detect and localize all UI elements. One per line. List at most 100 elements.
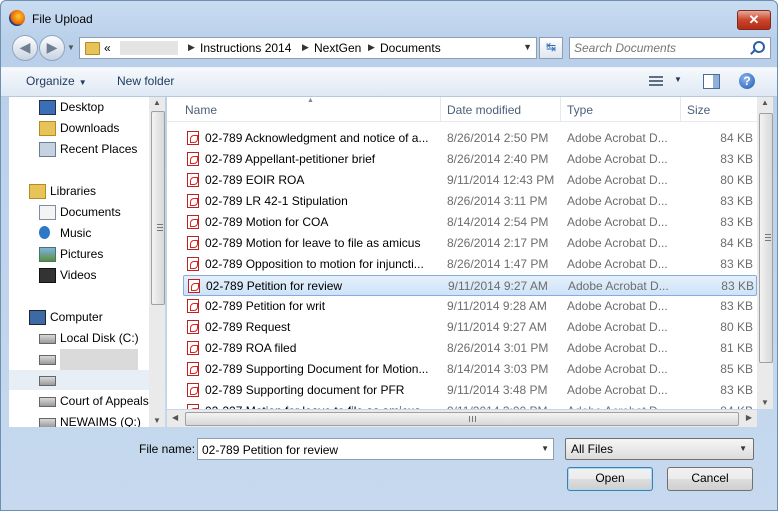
navigation-pane-scrollbar[interactable]: ▲ ▼ <box>149 97 165 427</box>
sidebar-item-computer[interactable]: Computer <box>9 307 149 327</box>
sidebar-item-newaims[interactable]: NEWAIMS (Q:) <box>9 412 149 427</box>
column-size[interactable]: Size <box>687 103 710 117</box>
file-row[interactable]: 02-789 Petition for review 9/11/2014 9:27… <box>183 275 757 296</box>
sidebar-item-redacted-drive[interactable] <box>9 349 149 389</box>
close-button[interactable]: ✕ <box>737 10 771 30</box>
sidebar-item-redacted-drive-selected[interactable] <box>9 370 149 390</box>
scroll-thumb[interactable] <box>759 113 773 363</box>
scroll-up-icon[interactable]: ▲ <box>153 98 161 107</box>
sidebar-item-libraries[interactable]: Libraries <box>9 181 149 201</box>
back-button[interactable]: ◀ <box>12 35 38 61</box>
file-row[interactable]: 02-789 Appellant-petitioner brief 8/26/20… <box>183 149 757 170</box>
breadcrumb-arrow-icon[interactable]: ▶ <box>302 42 309 53</box>
sidebar-item-videos[interactable]: Videos <box>9 265 149 285</box>
folder-icon <box>85 42 100 55</box>
column-divider[interactable] <box>440 97 441 121</box>
cancel-button[interactable]: Cancel <box>667 467 753 491</box>
scroll-thumb[interactable] <box>185 412 739 426</box>
file-name: 02-789 LR 42-1 Stipulation <box>205 194 348 208</box>
address-dropdown-icon[interactable]: ▼ <box>523 42 532 52</box>
documents-icon <box>39 205 56 220</box>
file-type: Adobe Acrobat D... <box>567 194 668 208</box>
file-row[interactable]: 02-789 Opposition to motion for injuncti… <box>183 254 757 275</box>
file-date-modified: 8/14/2014 3:03 PM <box>447 362 549 376</box>
pdf-file-icon <box>187 152 199 166</box>
sidebar-item-downloads[interactable]: Downloads <box>9 118 149 138</box>
change-view-icon[interactable] <box>649 76 663 88</box>
file-name-combobox[interactable]: ▼ <box>197 438 554 460</box>
breadcrumb-documents[interactable]: Documents <box>380 41 441 55</box>
open-button[interactable]: Open <box>567 467 653 491</box>
scroll-down-icon[interactable]: ▼ <box>761 398 769 407</box>
preview-pane-icon[interactable] <box>703 74 720 89</box>
column-name[interactable]: Name <box>185 103 217 117</box>
breadcrumb-nextgen[interactable]: NextGen <box>314 41 361 55</box>
scroll-thumb[interactable] <box>151 111 165 305</box>
search-icon[interactable] <box>753 41 765 53</box>
sidebar-item-pictures[interactable]: Pictures <box>9 244 149 264</box>
file-row[interactable]: 02-789 Acknowledgment and notice of a...… <box>183 128 757 149</box>
column-header: ▲ Name Date modified Type Size <box>167 97 757 122</box>
sidebar-item-court-of-appeals[interactable]: Court of Appeals <box>9 391 149 411</box>
sidebar-item-label: Videos <box>60 268 97 282</box>
file-row[interactable]: 02-789 ROA filed 8/26/2014 3:01 PM Adobe A… <box>183 338 757 359</box>
help-icon[interactable]: ? <box>739 73 755 89</box>
view-options-dropdown-icon[interactable]: ▼ <box>674 75 682 84</box>
breadcrumb-instructions-2014[interactable]: Instructions 2014 <box>200 41 291 55</box>
column-divider[interactable] <box>560 97 561 121</box>
sidebar-item-recent-places[interactable]: Recent Places <box>9 139 149 159</box>
pdf-file-icon <box>187 194 199 208</box>
sidebar-item-desktop[interactable]: Desktop <box>9 97 149 117</box>
scroll-right-icon[interactable]: ▶ <box>746 413 752 422</box>
file-row[interactable]: 02-789 Request 9/11/2014 9:27 AM Adobe Acr… <box>183 317 757 338</box>
pdf-file-icon <box>187 257 199 271</box>
refresh-button[interactable]: ↹ <box>539 37 563 59</box>
file-size: 80 KB <box>720 320 753 334</box>
file-list-horizontal-scrollbar[interactable]: ◀ ▶ <box>167 410 757 427</box>
sidebar-item-label: Court of Appeals <box>60 394 149 408</box>
forward-button[interactable]: ▶ <box>39 35 65 61</box>
new-folder-button[interactable]: New folder <box>117 74 174 88</box>
pictures-icon <box>39 247 56 262</box>
libraries-icon <box>29 184 46 199</box>
column-divider[interactable] <box>680 97 681 121</box>
scroll-left-icon[interactable]: ◀ <box>172 413 178 422</box>
file-type-select[interactable]: All Files ▼ <box>565 438 754 460</box>
scroll-down-icon[interactable]: ▼ <box>153 416 161 425</box>
file-row[interactable]: 02-789 LR 42-1 Stipulation 8/26/2014 3:11… <box>183 191 757 212</box>
file-type: Adobe Acrobat D... <box>567 299 668 313</box>
file-name-input[interactable] <box>202 442 522 457</box>
file-type: Adobe Acrobat D... <box>567 152 668 166</box>
breadcrumb-arrow-icon[interactable]: ▶ <box>368 42 375 53</box>
file-row[interactable]: 02-227 Motion for leave to file as amicu… <box>183 401 757 409</box>
column-type[interactable]: Type <box>567 103 593 117</box>
sidebar-item-documents[interactable]: Documents <box>9 202 149 222</box>
file-list-vertical-scrollbar[interactable]: ▲ ▼ <box>757 97 773 409</box>
file-size: 83 KB <box>720 257 753 271</box>
file-row[interactable]: 02-789 Supporting document for PFR 9/11/2… <box>183 380 757 401</box>
breadcrumb-arrow-icon[interactable]: ▶ <box>188 42 195 53</box>
file-row[interactable]: 02-789 Petition for writ 9/11/2014 9:28 A… <box>183 296 757 317</box>
sidebar-item-music[interactable]: Music <box>9 223 149 243</box>
pdf-file-icon <box>187 173 199 187</box>
file-row[interactable]: 02-789 Motion for leave to file as amicu… <box>183 233 757 254</box>
file-row[interactable]: 02-789 Supporting Document for Motion...… <box>183 359 757 380</box>
pdf-file-icon <box>188 279 200 293</box>
column-date-modified[interactable]: Date modified <box>447 103 521 117</box>
file-row[interactable]: 02-789 EOIR ROA 9/11/2014 12:43 PM Adobe A… <box>183 170 757 191</box>
navigation-pane: Desktop Downloads Recent Places Librarie… <box>9 97 149 427</box>
search-box[interactable] <box>569 37 771 59</box>
address-bar[interactable]: « ▶ Instructions 2014 ▶ NextGen ▶ Docume… <box>79 37 537 59</box>
breadcrumb-overflow[interactable]: « <box>104 41 111 55</box>
organize-button[interactable]: Organize ▼ <box>26 74 87 88</box>
recent-pages-dropdown-icon[interactable]: ▼ <box>67 43 75 52</box>
sidebar-item-local-disk[interactable]: Local Disk (C:) <box>9 328 149 348</box>
scroll-up-icon[interactable]: ▲ <box>761 98 769 107</box>
file-row[interactable]: 02-789 Motion for COA 8/14/2014 2:54 PM Ad… <box>183 212 757 233</box>
file-type: Adobe Acrobat D... <box>567 362 668 376</box>
file-name: 02-789 EOIR ROA <box>205 173 305 187</box>
file-size: 81 KB <box>720 341 753 355</box>
file-name: 02-789 ROA filed <box>205 341 297 355</box>
chevron-down-icon[interactable]: ▼ <box>541 444 549 453</box>
search-input[interactable] <box>574 40 744 55</box>
